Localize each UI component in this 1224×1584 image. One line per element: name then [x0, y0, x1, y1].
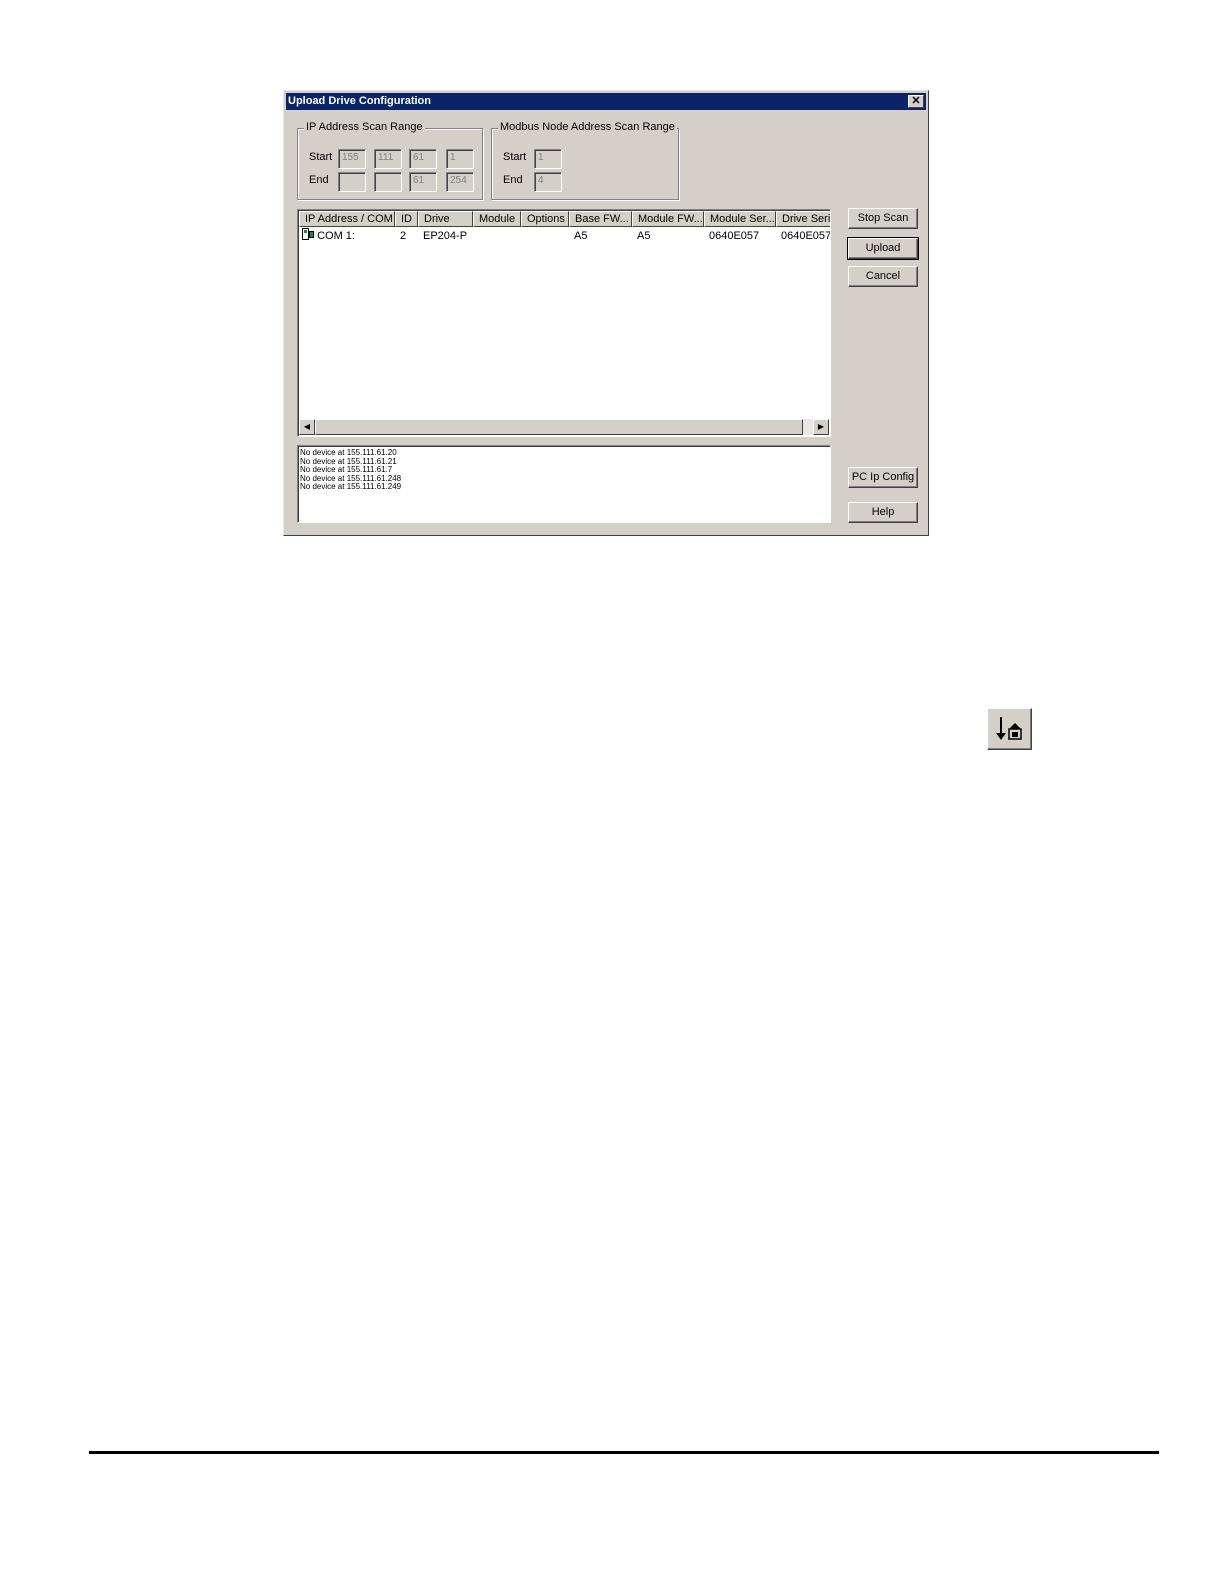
modbus-end-field[interactable]: 4 — [534, 172, 562, 192]
table-row[interactable]: COM 1: 2 EP204-P A5 A5 0640E057 0640E057 — [299, 228, 831, 244]
scroll-left-button[interactable]: ◀ — [299, 419, 315, 435]
ip-end-octet-4[interactable]: 254 — [446, 172, 474, 192]
ip-end-octet-3[interactable]: 61 — [409, 172, 437, 192]
modbus-start-label: Start — [503, 151, 527, 163]
column-module-fw[interactable]: Module FW... — [632, 211, 704, 227]
drive-icon — [302, 228, 314, 240]
ip-address-scan-range-group: IP Address Scan Range Start End 155 111 … — [297, 121, 483, 200]
column-drive[interactable]: Drive — [418, 211, 473, 227]
column-ip-address-com[interactable]: IP Address / COM — [299, 211, 395, 227]
ip-end-octet-2[interactable] — [374, 172, 402, 192]
modbus-node-address-scan-range-group: Modbus Node Address Scan Range Start End… — [491, 121, 679, 200]
column-module-serial[interactable]: Module Ser... — [704, 211, 776, 227]
scroll-right-button[interactable]: ▶ — [813, 419, 829, 435]
horizontal-scrollbar[interactable]: ◀ ▶ — [299, 419, 829, 435]
log-line: No device at 155.111.61.249 — [300, 482, 402, 491]
row-id: 2 — [400, 230, 407, 242]
scroll-left-icon: ◀ — [303, 422, 311, 431]
modbus-start-field[interactable]: 1 — [534, 149, 562, 169]
row-base-fw: A5 — [574, 230, 588, 242]
ip-end-label: End — [309, 174, 329, 186]
pc-ip-config-button[interactable]: PC Ip Config — [848, 467, 918, 488]
ip-start-label: Start — [309, 151, 333, 163]
row-module-serial: 0640E057 — [709, 230, 760, 242]
help-button[interactable]: Help — [848, 502, 918, 523]
ip-start-octet-1[interactable]: 155 — [338, 149, 366, 169]
device-list-header: IP Address / COM ID Drive Module Options… — [299, 211, 830, 227]
cancel-button[interactable]: Cancel — [848, 266, 918, 287]
modbus-end-label: End — [503, 174, 523, 186]
scroll-right-icon: ▶ — [817, 422, 825, 431]
column-options[interactable]: Options — [521, 211, 569, 227]
column-drive-serial[interactable]: Drive Seria — [776, 211, 830, 227]
row-drive-serial: 0640E057 — [781, 230, 831, 242]
close-button[interactable]: ✕ — [908, 95, 924, 108]
cell-ip-address-com: COM 1: — [299, 228, 395, 244]
row-module-fw: A5 — [637, 230, 651, 242]
dialog-title: Upload Drive Configuration — [288, 95, 431, 107]
row-drive: EP204-P — [423, 230, 468, 242]
ip-start-octet-2[interactable]: 111 — [374, 149, 402, 169]
ip-start-octet-4[interactable]: 1 — [446, 149, 474, 169]
row-ip-address-com: COM 1: — [317, 230, 355, 242]
device-list[interactable]: IP Address / COM ID Drive Module Options… — [297, 209, 831, 437]
row-module — [473, 228, 521, 244]
ip-range-group-title: IP Address Scan Range — [304, 121, 425, 133]
modbus-range-group-title: Modbus Node Address Scan Range — [498, 121, 677, 133]
scan-log[interactable]: No device at 155.111.61.20 No device at … — [297, 445, 831, 523]
stop-scan-button[interactable]: Stop Scan — [848, 208, 918, 229]
row-options — [521, 228, 569, 244]
upload-button[interactable]: Upload — [847, 237, 919, 260]
upload-drive-icon — [996, 717, 1022, 740]
ip-end-octet-1[interactable] — [338, 172, 366, 192]
column-base-fw[interactable]: Base FW... — [569, 211, 632, 227]
ip-start-octet-3[interactable]: 61 — [409, 149, 437, 169]
scrollbar-thumb[interactable] — [315, 419, 803, 435]
dialog-title-bar[interactable]: Upload Drive Configuration ✕ — [286, 93, 926, 110]
upload-toolbar-button[interactable] — [987, 708, 1032, 750]
page-footer-rule — [89, 1451, 1159, 1454]
column-id[interactable]: ID — [395, 211, 418, 227]
upload-drive-configuration-dialog: Upload Drive Configuration ✕ IP Address … — [283, 90, 929, 536]
close-icon: ✕ — [911, 95, 921, 107]
column-module[interactable]: Module — [473, 211, 521, 227]
